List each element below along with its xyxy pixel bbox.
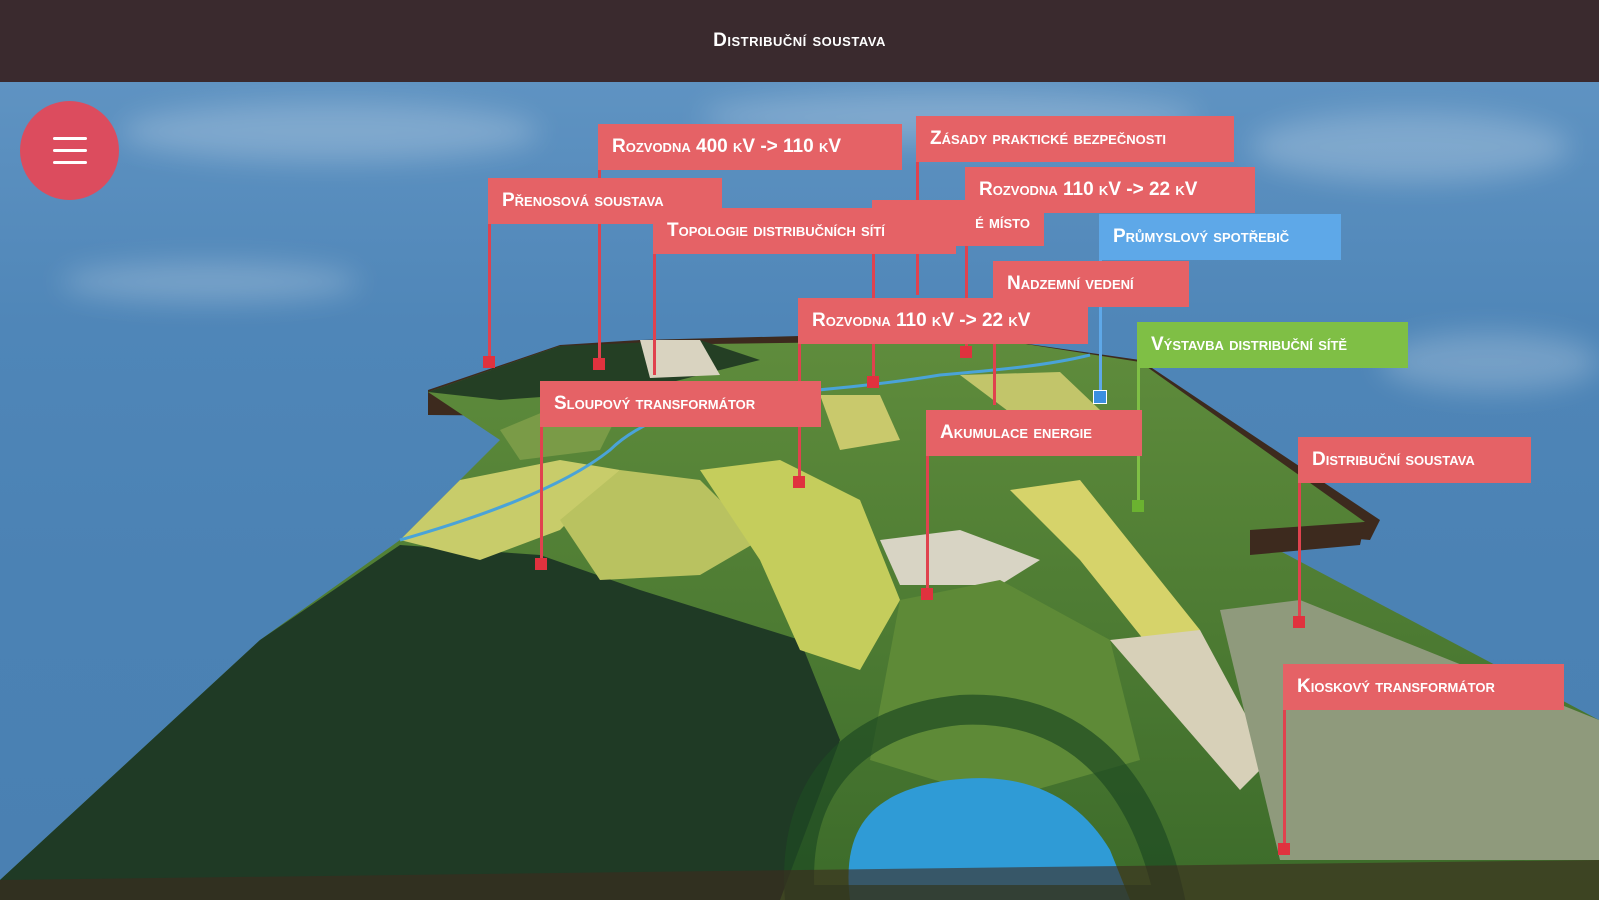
hamburger-menu-icon — [52, 137, 87, 140]
hotspot-kioskovy-transformator[interactable]: Kioskový transformátor — [1283, 664, 1564, 710]
hotspot-rozvodna-110-22-mid[interactable]: Rozvodna 110 kV -> 22 kV — [798, 298, 1088, 344]
hotspot-zasady-prakticke-bezpecnosti[interactable]: Zásady praktické bezpečnosti — [916, 116, 1234, 162]
hotspot-rozvodna-110-22-top[interactable]: Rozvodna 110 kV -> 22 kV — [965, 167, 1255, 213]
hotspot-sloupovy-transformator[interactable]: Sloupový transformátor — [540, 381, 821, 427]
top-bar: Distribuční soustava — [0, 0, 1599, 82]
hotspot-akumulace-energie[interactable]: Akumulace energie — [926, 410, 1142, 456]
page-title: Distribuční soustava — [713, 30, 886, 51]
hotspot-prumyslovy-spotrebic[interactable]: Průmyslový spotřebič — [1099, 214, 1341, 260]
hotspot-topologie-distribucnich-siti[interactable]: Topologie distribučních sítí — [653, 208, 956, 254]
menu-button[interactable] — [20, 101, 119, 200]
hotspot-rozvodna-400-110[interactable]: Rozvodna 400 kV -> 110 kV — [598, 124, 902, 170]
hotspot-vystavba-distribucni-site[interactable]: Výstavba distribuční sítě — [1137, 322, 1408, 368]
hotspot-distribucni-soustava[interactable]: Distribuční soustava — [1298, 437, 1531, 483]
